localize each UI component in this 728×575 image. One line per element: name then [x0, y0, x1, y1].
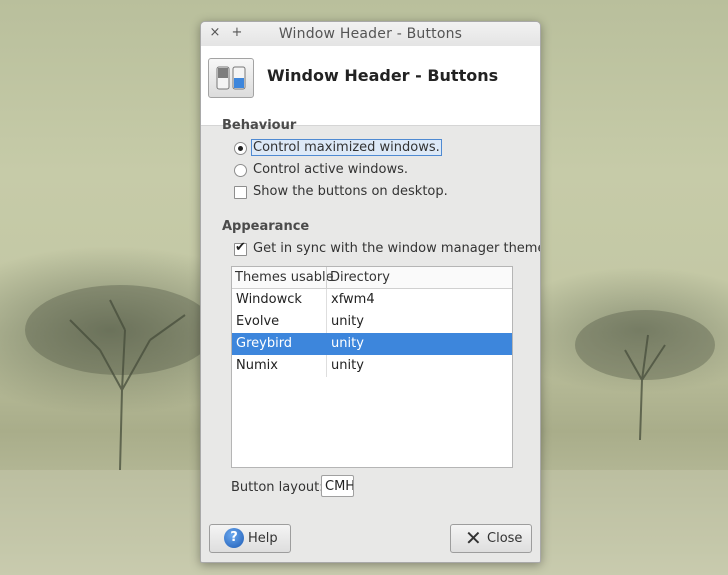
close-button[interactable]: ✕ Close — [450, 524, 532, 553]
table-row-selected[interactable]: Greybird unity — [232, 333, 512, 355]
button-layout-input[interactable] — [321, 475, 354, 497]
table-row[interactable]: Numix unity — [232, 355, 512, 377]
table-row[interactable]: Windowck xfwm4 — [232, 289, 512, 311]
behaviour-section-label: Behaviour — [222, 118, 297, 133]
show-on-desktop-label: Show the buttons on desktop. — [253, 184, 448, 199]
column-header-themes[interactable]: Themes usable — [235, 270, 334, 285]
themes-table[interactable]: Themes usable Directory Windowck xfwm4 E… — [231, 266, 513, 468]
close-icon: ✕ — [465, 526, 482, 550]
directory-cell: xfwm4 — [331, 292, 375, 307]
directory-cell: unity — [331, 314, 364, 329]
theme-cell: Windowck — [236, 292, 302, 307]
toggle-switches-icon — [208, 58, 254, 98]
checkbox-checked-icon[interactable]: ✔ — [234, 240, 247, 256]
control-maximized-label: Control maximized windows. — [251, 139, 442, 156]
help-icon: ? — [224, 528, 244, 548]
window-title: Window Header - Buttons — [278, 26, 463, 42]
dialog-heading: Window Header - Buttons — [267, 66, 499, 85]
theme-cell: Numix — [236, 358, 278, 373]
theme-cell: Greybird — [236, 336, 293, 351]
column-header-directory[interactable]: Directory — [330, 270, 390, 285]
directory-cell: unity — [331, 358, 364, 373]
help-button[interactable]: ? Help — [209, 524, 291, 553]
table-row[interactable]: Evolve unity — [232, 311, 512, 333]
radio-selected-icon[interactable] — [234, 142, 247, 155]
dialog-window: × + Window Header - Buttons Window Heade… — [200, 21, 541, 563]
sync-theme-label: Get in sync with the window manager them… — [253, 241, 541, 256]
help-button-label: Help — [248, 531, 278, 546]
theme-cell: Evolve — [236, 314, 280, 329]
appearance-section-label: Appearance — [222, 219, 310, 234]
title-bar[interactable]: × + Window Header - Buttons — [201, 22, 540, 46]
directory-cell: unity — [331, 336, 364, 351]
close-button-label: Close — [487, 531, 523, 546]
checkbox-unchecked-icon[interactable] — [234, 186, 247, 199]
radio-unselected-icon[interactable] — [234, 164, 247, 177]
dialog-header: Window Header - Buttons — [201, 46, 540, 126]
button-layout-label: Button layout: — [231, 480, 324, 495]
control-active-label: Control active windows. — [253, 162, 408, 177]
table-header: Themes usable Directory — [232, 267, 512, 289]
